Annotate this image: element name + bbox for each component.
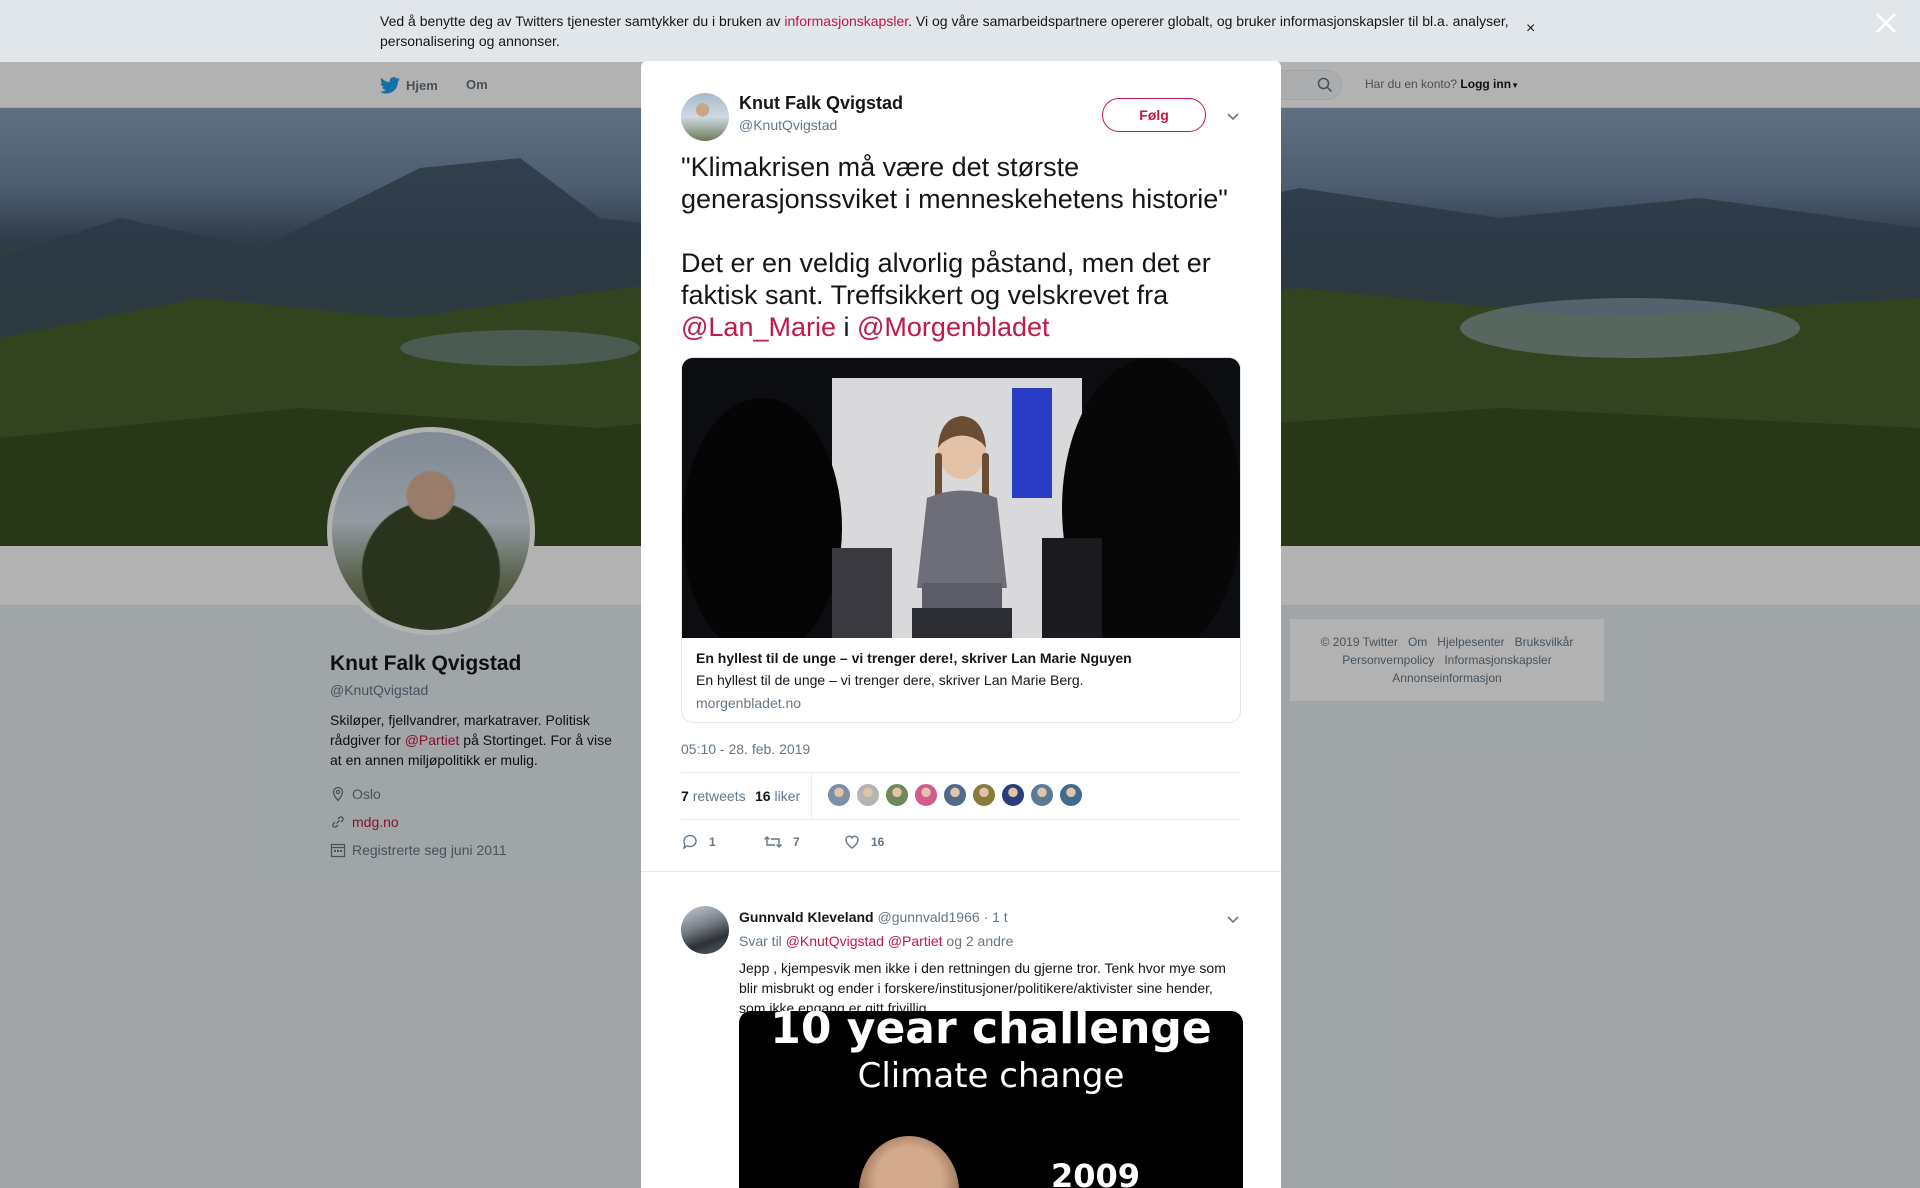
retweet-icon bbox=[764, 836, 782, 848]
photo-girl-graphic bbox=[682, 358, 1240, 638]
link-preview-description: En hyllest til de unge – vi trenger dere… bbox=[696, 672, 1084, 688]
like-count: 16 bbox=[871, 835, 885, 849]
reply-header: Gunnvald Kleveland @gunnvald1966 · 1 t bbox=[739, 909, 1008, 925]
reply-to-mention-partiet[interactable]: @Partiet bbox=[888, 933, 943, 949]
liker-avatar[interactable] bbox=[914, 783, 938, 807]
reply-media-image[interactable]: 10 year challenge Climate change 2009 bbox=[739, 1011, 1243, 1188]
author-name[interactable]: Knut Falk Qvigstad bbox=[739, 93, 903, 114]
retweet-action[interactable]: 7 bbox=[763, 833, 800, 851]
liker-avatar[interactable] bbox=[1059, 783, 1083, 807]
reply-count: 1 bbox=[709, 835, 716, 849]
tweet-modal: Knut Falk Qvigstad @KnutQvigstad Følg "K… bbox=[641, 61, 1281, 1188]
tweet-timestamp[interactable]: 05:10 - 28. feb. 2019 bbox=[681, 741, 810, 757]
reply-text: Jepp , kjempesvik men ikke i den rettnin… bbox=[739, 960, 1226, 1016]
tweet-actions: 1 7 16 bbox=[681, 833, 1241, 857]
reply-media-title: 10 year challenge bbox=[770, 1011, 1212, 1054]
link-preview-domain: morgenbladet.no bbox=[696, 695, 802, 711]
tweet-body-text: Det er en veldig alvorlig påstand, men d… bbox=[681, 248, 1211, 310]
author-handle[interactable]: @KnutQvigstad bbox=[739, 117, 837, 133]
link-preview-title: En hyllest til de unge – vi trenger dere… bbox=[696, 650, 1132, 666]
like-action[interactable]: 16 bbox=[843, 833, 884, 851]
reply-media-subtitle: Climate change bbox=[857, 1056, 1125, 1096]
tweet-conj: i bbox=[836, 312, 858, 342]
mention-lan-marie[interactable]: @Lan_Marie bbox=[681, 312, 836, 342]
stats-divider bbox=[811, 773, 812, 819]
liker-avatar[interactable] bbox=[827, 783, 851, 807]
reply-author-handle[interactable]: @gunnvald1966 bbox=[877, 909, 979, 925]
reply-tweet[interactable]: Gunnvald Kleveland @gunnvald1966 · 1 t S… bbox=[641, 871, 1281, 1188]
liker-avatar[interactable] bbox=[1001, 783, 1025, 807]
retweet-count: 7 bbox=[793, 835, 800, 849]
cookie-link[interactable]: informasjonskapsler bbox=[784, 13, 908, 29]
reply-icon bbox=[682, 834, 697, 850]
cookie-text-start: Ved å benytte deg av Twitters tjenester … bbox=[380, 13, 785, 29]
liker-avatar[interactable] bbox=[1030, 783, 1054, 807]
reply-time[interactable]: · 1 t bbox=[984, 909, 1008, 925]
liker-avatar[interactable] bbox=[943, 783, 967, 807]
author-avatar[interactable] bbox=[681, 93, 729, 141]
reply-author-name[interactable]: Gunnvald Kleveland bbox=[739, 909, 874, 925]
tweet-paragraph-gap bbox=[681, 215, 1251, 247]
link-preview-image bbox=[682, 358, 1240, 638]
retweets-count: 7 bbox=[681, 788, 689, 804]
modal-overlay[interactable]: Ved å benytte deg av Twitters tjenester … bbox=[0, 0, 1920, 1188]
heart-icon bbox=[845, 835, 859, 849]
cookie-close-button[interactable]: × bbox=[1526, 20, 1535, 38]
chevron-down-icon[interactable] bbox=[1226, 111, 1240, 121]
reply-to-line: Svar til @KnutQvigstad @Partiet og 2 and… bbox=[739, 933, 1013, 949]
likes-count: 16 bbox=[755, 788, 771, 804]
link-preview-card[interactable]: En hyllest til de unge – vi trenger dere… bbox=[681, 357, 1241, 723]
reply-media-year: 2009 bbox=[1051, 1157, 1141, 1188]
reply-action[interactable]: 1 bbox=[681, 833, 716, 851]
likes-label: liker bbox=[774, 788, 801, 804]
reply-to-mention-knut[interactable]: @KnutQvigstad bbox=[786, 933, 884, 949]
liker-avatar[interactable] bbox=[856, 783, 880, 807]
close-icon[interactable] bbox=[1873, 10, 1899, 36]
tweet-text: "Klimakrisen må være det største generas… bbox=[681, 151, 1251, 343]
reply-media-face-graphic bbox=[859, 1136, 959, 1188]
likes-stat[interactable]: 16 liker bbox=[755, 788, 800, 804]
retweets-stat[interactable]: 7 retweets bbox=[681, 788, 746, 804]
reply-to-others[interactable]: og 2 andre bbox=[946, 933, 1013, 949]
reply-avatar[interactable] bbox=[681, 906, 729, 954]
tweet-stats: 7 retweets 16 liker bbox=[681, 772, 1241, 820]
retweets-label: retweets bbox=[692, 788, 746, 804]
liker-avatar[interactable] bbox=[885, 783, 909, 807]
cookie-banner-text: Ved å benytte deg av Twitters tjenester … bbox=[380, 11, 1510, 51]
follow-button[interactable]: Følg bbox=[1102, 98, 1206, 132]
reply-chevron-down-icon[interactable] bbox=[1226, 914, 1240, 924]
tweet-body: Det er en veldig alvorlig påstand, men d… bbox=[681, 247, 1251, 343]
mention-morgenbladet[interactable]: @Morgenbladet bbox=[857, 312, 1050, 342]
reply-to-label: Svar til bbox=[739, 933, 782, 949]
tweet-quote: "Klimakrisen må være det største generas… bbox=[681, 152, 1228, 214]
liker-avatars bbox=[827, 783, 1083, 807]
liker-avatar[interactable] bbox=[972, 783, 996, 807]
